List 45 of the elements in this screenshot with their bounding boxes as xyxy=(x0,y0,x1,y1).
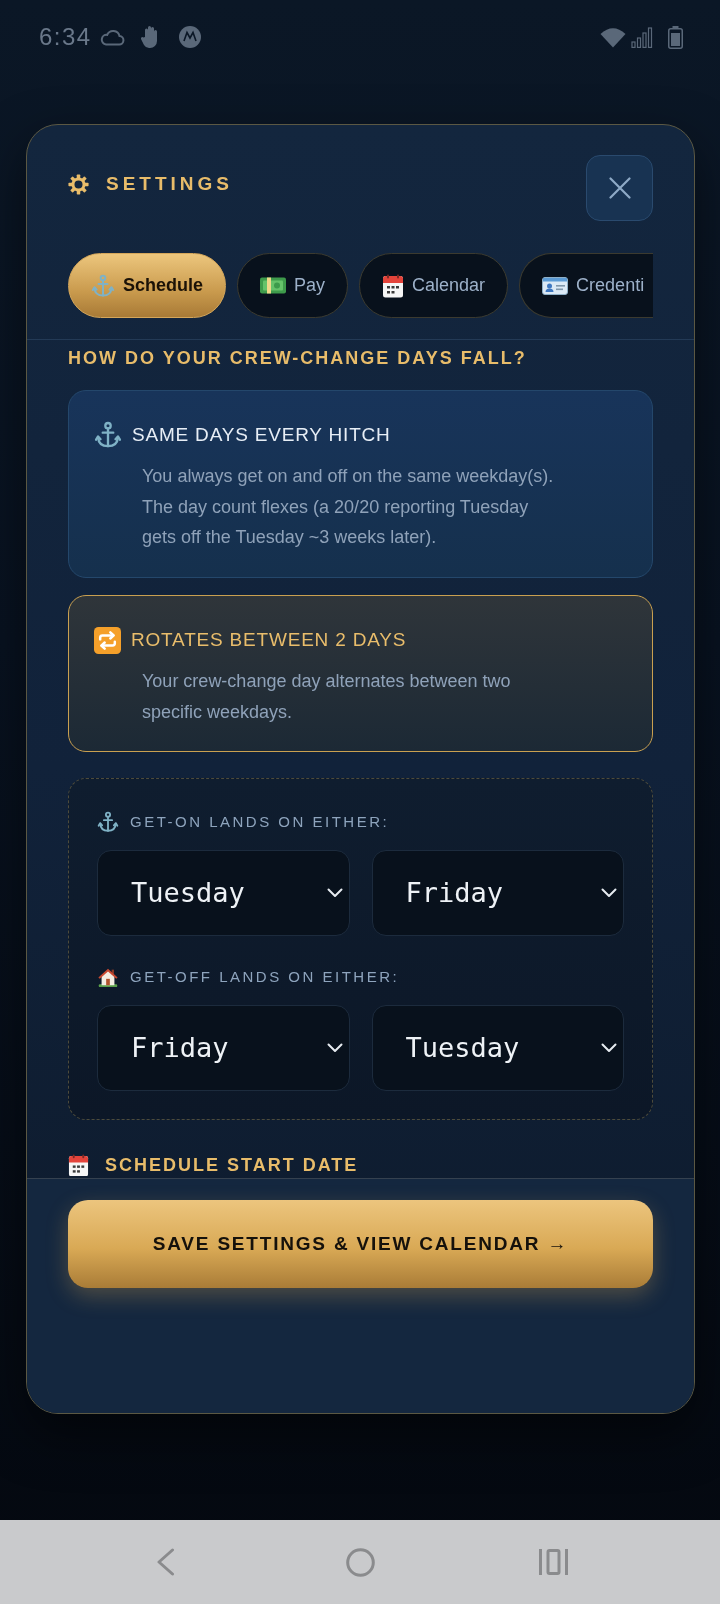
tab[interactable]: Schedule xyxy=(68,253,227,318)
close-icon xyxy=(608,177,631,199)
home-icon[interactable] xyxy=(346,1547,375,1577)
tab[interactable]: Calendar xyxy=(359,253,509,318)
anchor-icon xyxy=(94,421,122,449)
day-select[interactable]: Friday xyxy=(371,850,624,936)
tab[interactable]: Credenti xyxy=(519,253,653,318)
gear-icon xyxy=(68,173,89,195)
section-heading: HOW DO YOUR CREW-CHANGE DAYS FALL? xyxy=(68,347,528,370)
anchor-icon xyxy=(97,811,119,833)
calendar-icon xyxy=(68,1153,89,1177)
dialog-title: SETTINGS xyxy=(106,172,233,196)
save-button[interactable]: SAVE SETTINGS & VIEW CALENDAR → xyxy=(68,1200,653,1288)
repeat-icon xyxy=(94,626,121,654)
chevron-down-icon xyxy=(326,887,343,898)
day-select[interactable]: Tuesday xyxy=(371,1005,624,1091)
day-select[interactable]: Friday xyxy=(97,1005,350,1091)
field-label: GET-OFF LANDS ON EITHER: xyxy=(130,967,400,987)
calendar-icon xyxy=(382,273,405,298)
cloud-icon xyxy=(98,28,125,46)
chevron-down-icon xyxy=(601,887,617,898)
option-title: SAME DAYS EVERY HITCH xyxy=(132,423,391,447)
close-button[interactable] xyxy=(586,155,653,221)
chevron-down-icon xyxy=(326,1042,343,1053)
wifi-icon xyxy=(600,26,626,48)
anchor-icon xyxy=(91,273,115,298)
tab[interactable]: Pay xyxy=(237,253,349,318)
logo-icon xyxy=(178,26,201,48)
option-title: ROTATES BETWEEN 2 DAYS xyxy=(131,628,407,652)
day-select[interactable]: Tuesday xyxy=(97,850,350,936)
option-card[interactable]: SAME DAYS EVERY HITCH You always get on and off on the same weekday(s). The day count flexes (a 20/20 reporting Tuesday gets off the Tuesday ~3 weeks later). xyxy=(68,390,653,578)
field-label: GET-ON LANDS ON EITHER: xyxy=(130,812,390,832)
battery-icon xyxy=(668,25,683,49)
option-description: You always get on and off on the same weekday(s). The day count flexes (a 20/20 reporting Tuesday gets off the Tuesday ~3 weeks later). xyxy=(142,465,555,549)
chevron-down-icon xyxy=(601,1042,617,1053)
signal-icon xyxy=(631,26,653,48)
banknote-icon xyxy=(260,277,287,294)
option-description: Your crew-change day alternates between two specific weekdays. xyxy=(142,670,512,724)
id-card-icon xyxy=(542,276,569,295)
section-heading: SCHEDULE START DATE xyxy=(105,1154,359,1177)
recents-icon[interactable] xyxy=(539,1549,568,1575)
option-card[interactable]: ROTATES BETWEEN 2 DAYS Your crew-change day alternates between two specific weekdays. xyxy=(68,595,653,752)
house-icon xyxy=(97,966,119,988)
status-time: 6:34 xyxy=(39,23,92,51)
back-icon[interactable] xyxy=(156,1548,175,1576)
